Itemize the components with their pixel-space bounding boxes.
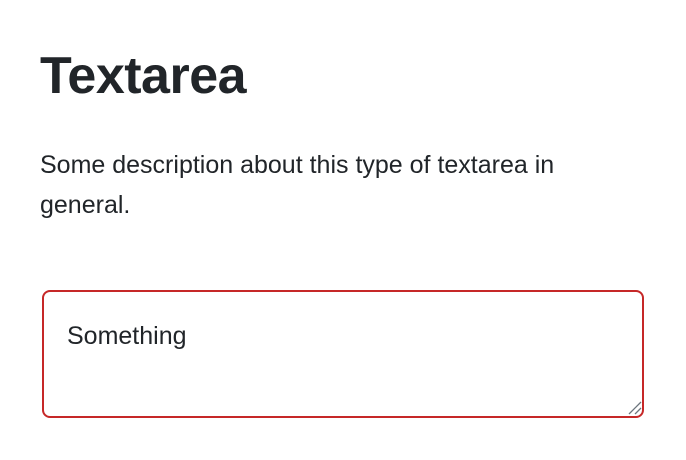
page-description: Some description about this type of text… [40,151,555,219]
resize-grip-icon[interactable] [628,401,642,415]
textarea-input[interactable]: Something [42,290,644,418]
textarea-container: Something [42,290,644,418]
page-title: Textarea [40,47,247,105]
